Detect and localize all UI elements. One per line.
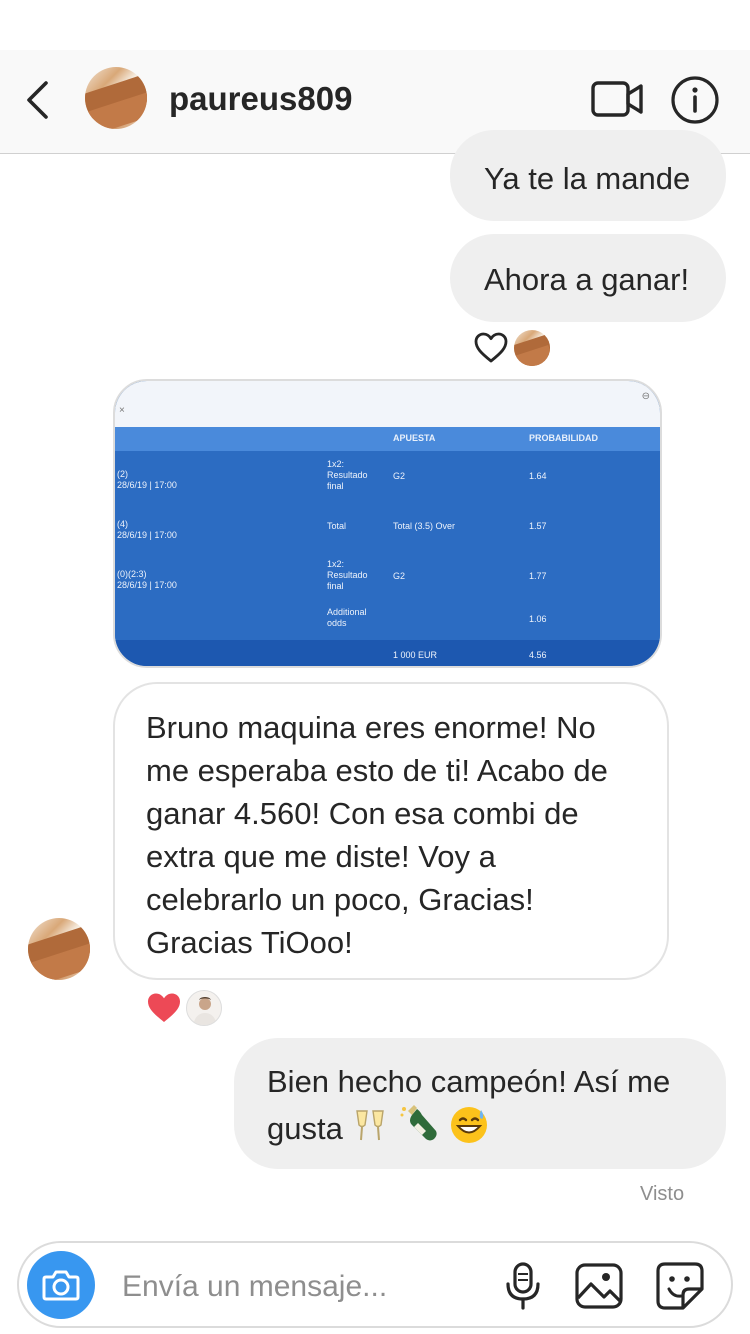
avatar[interactable]: [85, 67, 147, 129]
message-composer: [17, 1241, 733, 1328]
champagne-bottle-icon: [398, 1103, 440, 1156]
bet-row-pick: Total (3.5) Over: [393, 521, 456, 531]
bet-footer-total-odds: 4.56: [529, 650, 547, 660]
camera-icon[interactable]: [27, 1251, 95, 1319]
bet-table-header: APUESTA PROBABILIDAD: [115, 427, 660, 451]
bet-table-header-bet: APUESTA: [393, 433, 436, 443]
message-text: Ahora a ganar!: [484, 262, 690, 297]
message-bubble-sent[interactable]: Ahora a ganar!: [450, 234, 726, 322]
seen-status: Visto: [640, 1183, 685, 1205]
shared-bet-image[interactable]: × ⊖ APUESTA PROBABILIDAD (2) 28/6/19 | 1…: [113, 379, 662, 668]
bet-row-pick: G2: [393, 571, 406, 581]
bet-row-odds: 1.57: [529, 521, 547, 531]
message-text: Bruno maquina eres enorme! No me esperab…: [146, 710, 608, 960]
message-bubble-sent[interactable]: Bien hecho campeón! Así me gusta: [234, 1038, 726, 1169]
info-icon[interactable]: [670, 75, 720, 125]
bet-row-event: (0)(2:3) 28/6/19 | 17:00: [117, 569, 177, 590]
grinning-sweat-icon: [449, 1105, 489, 1156]
reaction-avatar: [514, 330, 550, 366]
reaction-avatar: [186, 990, 222, 1026]
message-bubble-sent[interactable]: Ya te la mande: [450, 130, 726, 221]
video-camera-icon[interactable]: [590, 77, 646, 121]
bet-row-market: 1x2: Resultado final: [327, 559, 368, 591]
bet-row-event: (4) 28/6/19 | 17:00: [117, 519, 177, 540]
message-text: Ya te la mande: [484, 161, 691, 196]
status-bar: [0, 0, 750, 50]
microphone-icon[interactable]: [503, 1261, 543, 1311]
avatar[interactable]: [28, 918, 90, 980]
bet-image-close-glyph: ×: [119, 405, 125, 416]
heart-outline-icon[interactable]: [473, 330, 509, 366]
bet-footer-stake: 1 000 EUR: [393, 650, 438, 660]
message-bubble-received[interactable]: Bruno maquina eres enorme! No me esperab…: [113, 682, 669, 980]
chat-username[interactable]: paureus809: [169, 80, 352, 118]
bet-table-header-odds: PROBABILIDAD: [529, 433, 598, 443]
message-input[interactable]: [122, 1267, 482, 1307]
bet-row-odds: 1.06: [529, 614, 547, 624]
bet-image-toolbar: × ⊖: [115, 381, 660, 427]
bet-table-body: (2) 28/6/19 | 17:00 1x2: Resultado final…: [115, 451, 660, 640]
chevron-left-icon[interactable]: [20, 78, 54, 122]
bet-image-zoom-glyph: ⊖: [641, 391, 650, 402]
bet-row-event: (2) 28/6/19 | 17:00: [117, 469, 177, 490]
bet-row-odds: 1.77: [529, 571, 547, 581]
bet-row-odds: 1.64: [529, 471, 547, 481]
heart-red-icon[interactable]: [145, 990, 183, 1026]
bet-row-market: Total: [327, 521, 347, 531]
bet-row-pick: G2: [393, 471, 406, 481]
bet-row-market: Additional odds: [327, 607, 367, 628]
bet-table-footer: 1 000 EUR 4.56: [115, 640, 660, 666]
bet-row-market: 1x2: Resultado final: [327, 459, 368, 491]
sticker-icon[interactable]: [655, 1261, 705, 1311]
image-icon[interactable]: [574, 1262, 624, 1310]
clinking-glasses-icon: [351, 1107, 389, 1156]
